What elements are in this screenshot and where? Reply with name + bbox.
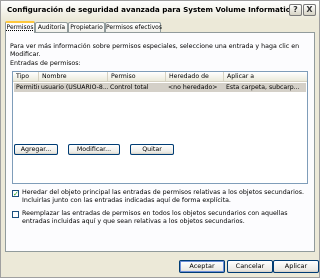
inherit-label[interactable]: Heredar del objeto principal las entrada… xyxy=(22,189,312,204)
cell-heredado: <no heredado> xyxy=(168,84,218,91)
advanced-security-dialog: Configuración de seguridad avanzada para… xyxy=(0,0,320,278)
title-bar[interactable]: Configuración de seguridad avanzada para… xyxy=(1,1,319,20)
tab-label: Permisos xyxy=(6,24,34,31)
list-header: Tipo Nombre Permiso Heredado de Aplicar … xyxy=(13,72,307,82)
column-header-heredado[interactable]: Heredado de xyxy=(166,72,224,82)
check-icon: ✓ xyxy=(13,190,19,198)
tab-permisos[interactable]: Permisos xyxy=(5,21,35,33)
column-header-permiso[interactable]: Permiso xyxy=(108,72,166,82)
tab-auditoria[interactable]: Auditoría xyxy=(35,22,68,32)
tab-permisos-efectivos[interactable]: Permisos efectivos xyxy=(105,22,162,32)
info-text: Para ver más información sobre permisos … xyxy=(10,43,300,58)
column-header-nombre[interactable]: Nombre xyxy=(39,72,108,82)
close-icon[interactable]: X xyxy=(303,4,316,16)
cell-permiso: Control total xyxy=(110,84,149,91)
entries-label: Entradas de permisos: xyxy=(10,60,81,67)
edit-button[interactable]: Modificar... xyxy=(68,144,120,155)
remove-button[interactable]: Quitar xyxy=(130,144,174,155)
apply-button[interactable]: Aplicar xyxy=(273,260,319,273)
cell-nombre: usuario (USUARIO-8... xyxy=(41,84,108,91)
permissions-panel: Para ver más información sobre permisos … xyxy=(5,32,315,252)
help-icon[interactable]: ? xyxy=(289,4,302,16)
column-header-tipo[interactable]: Tipo xyxy=(13,72,39,82)
permission-entries-list[interactable]: Tipo Nombre Permiso Heredado de Aplicar … xyxy=(12,71,308,184)
column-header-aplicar[interactable]: Aplicar a xyxy=(224,72,307,82)
cancel-button[interactable]: Cancelar xyxy=(227,260,273,273)
add-button[interactable]: Agregar... xyxy=(14,144,58,155)
replace-checkbox[interactable] xyxy=(12,211,19,218)
inherit-checkbox[interactable]: ✓ xyxy=(12,190,19,198)
window-title: Configuración de seguridad avanzada para… xyxy=(7,5,296,14)
tab-propietario[interactable]: Propietario xyxy=(68,22,105,32)
cell-aplicar: Esta carpeta, subcarp... xyxy=(226,84,300,91)
cell-tipo: Permitir xyxy=(16,84,39,91)
replace-label[interactable]: Reemplazar las entradas de permisos en t… xyxy=(22,210,312,225)
table-row[interactable]: Permitir usuario (USUARIO-8... Control t… xyxy=(14,83,306,92)
accept-button[interactable]: Aceptar xyxy=(179,260,225,273)
